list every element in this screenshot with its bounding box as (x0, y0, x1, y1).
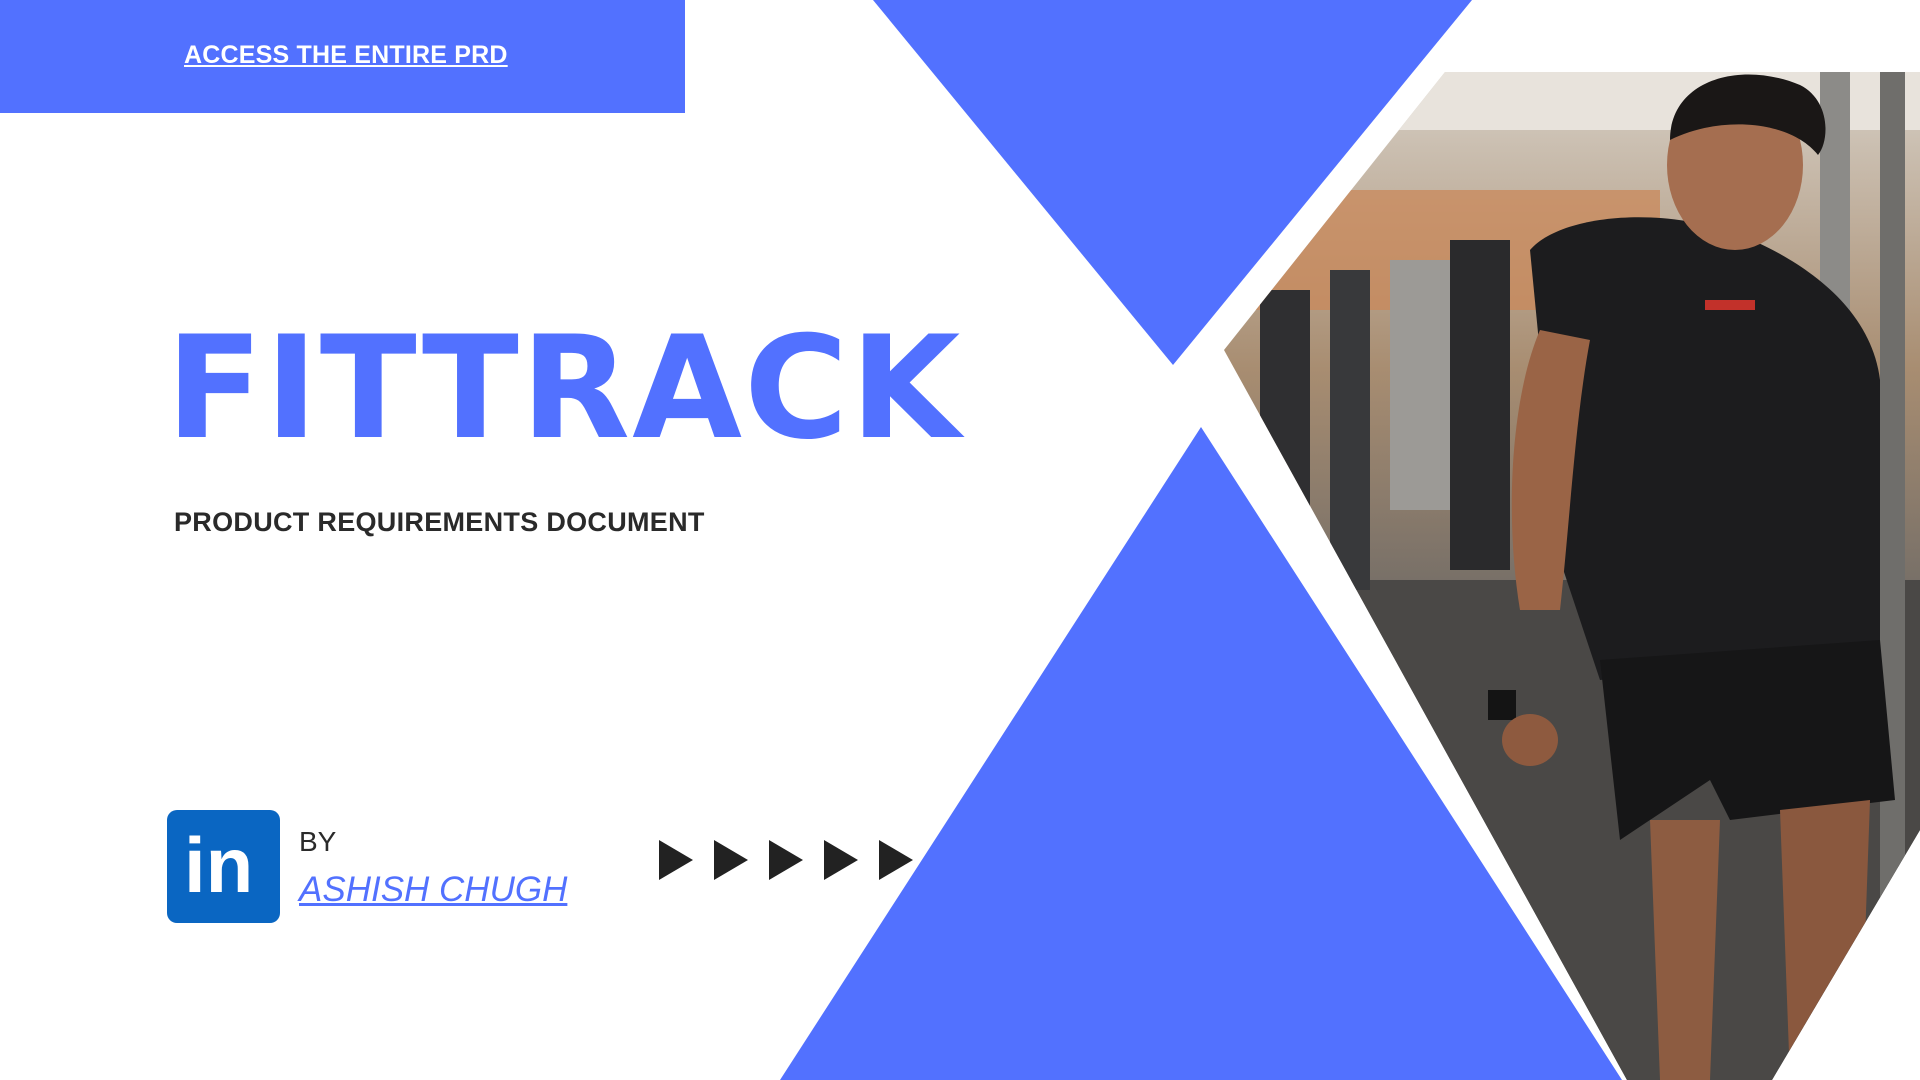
play-arrow-icon (714, 840, 748, 880)
access-prd-link[interactable]: ACCESS THE ENTIRE PRD (184, 41, 508, 70)
by-label: BY (299, 826, 337, 857)
play-arrow-icon (769, 840, 803, 880)
arrow-row (659, 840, 913, 880)
play-arrow-icon (659, 840, 693, 880)
linkedin-glyph: in (184, 821, 254, 909)
page-subtitle: PRODUCT REQUIREMENTS DOCUMENT (174, 507, 705, 537)
page-title: FITTRACK (166, 306, 963, 471)
top-banner: ACCESS THE ENTIRE PRD (0, 0, 685, 113)
play-arrow-icon (824, 840, 858, 880)
play-arrow-icon (879, 840, 913, 880)
author-link[interactable]: ASHISH CHUGH (299, 870, 567, 910)
background-shapes (780, 0, 1920, 1080)
linkedin-icon[interactable]: in (167, 810, 280, 923)
